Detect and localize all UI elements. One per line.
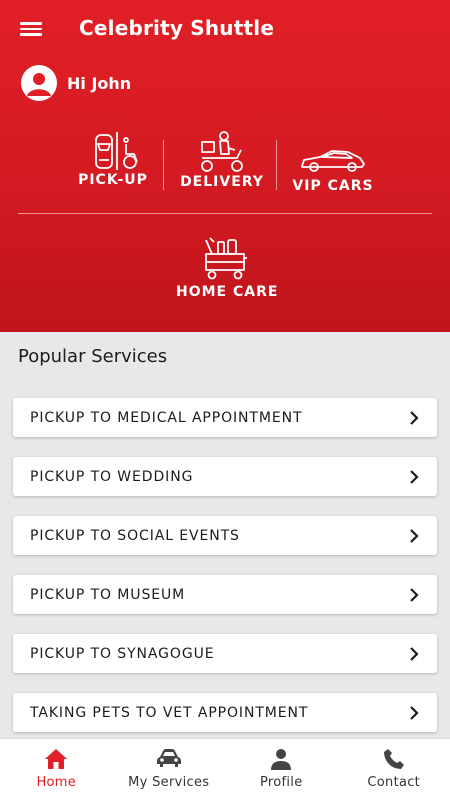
chevron-right-icon [410,705,419,720]
cleaning-cart-icon [205,237,247,280]
header-banner: Celebrity Shuttle Hi John PICK-UP DELIVE… [0,0,450,332]
service-label: PICK-UP [78,172,148,188]
menu-button[interactable] [18,19,44,43]
hamburger-icon-bar [20,27,42,31]
car-icon [156,749,181,767]
list-item-label: PICKUP TO SOCIAL EVENTS [30,527,240,544]
hamburger-icon-bar [20,22,42,25]
nav-label: Profile [259,775,303,790]
delivery-scooter-icon [201,131,243,172]
divider [163,140,164,190]
service-delivery[interactable]: DELIVERY [178,130,266,190]
service-vip-cars[interactable]: VIP CARS [292,148,374,194]
nav-label: My Services [128,775,210,790]
greeting-text: Hi John [67,73,132,93]
nav-profile[interactable]: Profile [225,739,338,800]
list-item[interactable]: PICKUP TO MUSEUM [13,575,437,614]
service-label: DELIVERY [180,174,264,190]
list-item-label: PICKUP TO MUSEUM [30,586,186,603]
service-pickup[interactable]: PICK-UP [74,132,152,188]
nav-my-services[interactable]: My Services [113,739,226,800]
phone-icon [383,749,404,769]
list-item[interactable]: PICKUP TO SYNAGOGUE [13,634,437,673]
person-icon [271,749,292,770]
list-item[interactable]: TAKING PETS TO VET APPOINTMENT [13,693,437,732]
list-item[interactable]: PICKUP TO SOCIAL EVENTS [13,516,437,555]
list-item-label: TAKING PETS TO VET APPOINTMENT [30,704,309,721]
car-wheelchair-icon [95,132,138,170]
service-home-care[interactable]: HOME CARE [176,236,279,300]
list-item[interactable]: PICKUP TO MEDICAL APPOINTMENT [13,398,437,437]
nav-label: Home [36,775,77,790]
list-item-label: PICKUP TO WEDDING [30,468,194,485]
nav-home[interactable]: Home [0,739,113,800]
list-item-label: PICKUP TO SYNAGOGUE [30,645,215,662]
chevron-right-icon [410,646,419,661]
app-bar: Celebrity Shuttle [0,0,450,62]
service-label: HOME CARE [176,284,279,300]
popular-services-title: Popular Services [18,346,168,367]
hamburger-icon-bar [20,33,42,36]
list-item[interactable]: PICKUP TO WEDDING [13,457,437,496]
chevron-right-icon [410,469,419,484]
divider [276,140,277,190]
user-greeting: Hi John [21,64,131,102]
service-label: VIP CARS [292,178,374,194]
chevron-right-icon [410,410,419,425]
divider [18,213,432,214]
nav-contact[interactable]: Contact [338,739,450,800]
chevron-right-icon [410,587,419,602]
chevron-right-icon [410,528,419,543]
nav-label: Contact [367,775,421,790]
avatar-icon[interactable] [21,65,57,101]
bottom-navigation: Home My Services Profile Contact [0,738,450,800]
app-title: Celebrity Shuttle [79,16,275,40]
list-item-label: PICKUP TO MEDICAL APPOINTMENT [30,409,303,426]
sports-car-icon [301,150,365,172]
home-icon [45,749,68,769]
